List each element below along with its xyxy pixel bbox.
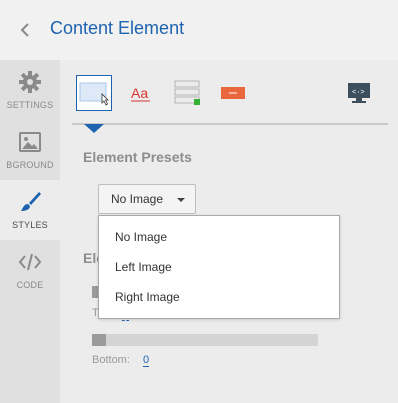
toolbar-divider xyxy=(72,123,388,125)
gear-icon xyxy=(18,70,42,94)
option-label: Right Image xyxy=(115,290,180,304)
box-style-icon[interactable] xyxy=(76,75,112,111)
sidebar-item-label: STYLES xyxy=(12,220,48,230)
option-label: No Image xyxy=(115,230,168,244)
svg-text:<·>: <·> xyxy=(352,89,365,97)
preset-option-right-image[interactable]: Right Image xyxy=(99,282,339,312)
sidebar-item-code[interactable]: CODE xyxy=(0,240,60,300)
button-style-icon[interactable] xyxy=(215,75,251,111)
preset-select[interactable]: No Image xyxy=(98,184,196,214)
preset-option-no-image[interactable]: No Image xyxy=(99,222,339,252)
sidebar-item-label: SETTINGS xyxy=(6,100,54,110)
preset-option-left-image[interactable]: Left Image xyxy=(99,252,339,282)
option-label: Left Image xyxy=(115,260,172,274)
typography-icon[interactable]: Aa xyxy=(122,75,158,111)
chevron-left-icon[interactable] xyxy=(16,20,36,40)
form-style-icon[interactable] xyxy=(168,75,204,111)
caret-down-icon xyxy=(177,198,185,202)
sidebar-item-background[interactable]: BGROUND xyxy=(0,120,60,180)
bottom-slider-track[interactable] xyxy=(92,334,318,346)
sidebar-item-styles[interactable]: STYLES xyxy=(0,180,60,240)
image-icon xyxy=(18,130,42,154)
svg-text:Aa: Aa xyxy=(131,85,148,101)
top-value[interactable] xyxy=(122,319,129,321)
preset-select-value: No Image xyxy=(111,192,164,206)
bottom-label: Bottom: xyxy=(92,354,130,366)
styles-panel: Aa <·> Element Presets No Image Ele T Bo… xyxy=(60,60,398,403)
sidebar-item-label: CODE xyxy=(16,280,44,290)
sidebar: SETTINGS BGROUND STYLES CODE xyxy=(0,60,60,403)
sidebar-item-settings[interactable]: SETTINGS xyxy=(0,60,60,120)
code-view-icon[interactable]: <·> xyxy=(341,75,377,111)
sidebar-item-label: BGROUND xyxy=(6,160,54,170)
brush-icon xyxy=(18,190,42,214)
code-icon xyxy=(18,250,42,274)
preset-dropdown-menu: No Image Left Image Right Image xyxy=(98,215,340,319)
bottom-slider-handle[interactable] xyxy=(92,334,106,346)
panel-title: Content Element xyxy=(50,18,185,38)
panel-header: Content Element xyxy=(0,0,398,60)
active-tab-pointer xyxy=(84,124,104,133)
presets-title: Element Presets xyxy=(83,149,192,165)
bottom-value[interactable]: 0 xyxy=(143,354,150,367)
